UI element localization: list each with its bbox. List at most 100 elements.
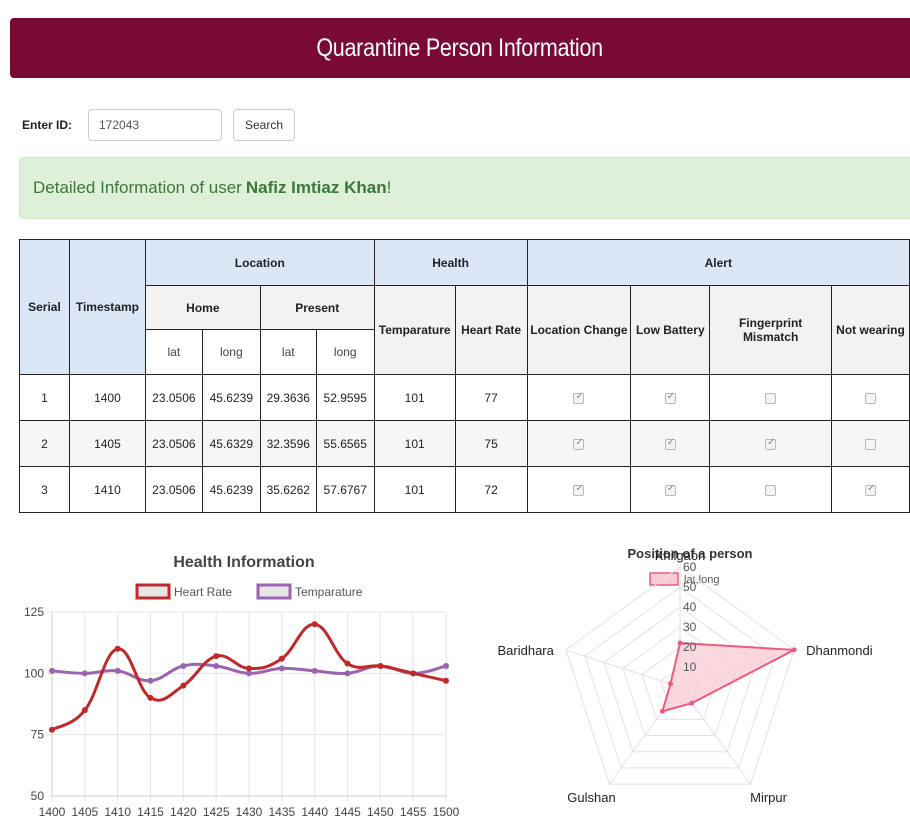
temparature-point (213, 662, 220, 669)
table-row: 1 1400 23.0506 45.6239 29.3636 52.9595 1… (19, 374, 910, 421)
radar-chart-series (659, 640, 798, 714)
alert-user-name: Nafiz Imtiaz Khan (245, 178, 387, 197)
not-wearing-checkbox[interactable] (865, 483, 876, 496)
col-serial: Serial (19, 239, 70, 375)
x-tick-label: 1450 (367, 805, 394, 819)
radar-axis-label-baridhara: Baridhara (497, 643, 554, 658)
fingerprint-mismatch-checkbox[interactable] (765, 437, 777, 450)
heart-rate-point (344, 660, 351, 667)
not-wearing-checkbox[interactable] (865, 438, 876, 450)
page-title: Quarantine Person Information (316, 33, 604, 62)
x-tick-label: 1400 (39, 805, 66, 819)
id-label: Enter ID: (22, 118, 73, 132)
radar-tick-label: 10 (683, 660, 697, 674)
temparature-point (180, 662, 187, 669)
fingerprint-mismatch-checkbox[interactable] (765, 484, 777, 496)
heart-rate-point (180, 682, 187, 689)
temparature-legend-swatch (256, 583, 292, 600)
heart-rate-legend-swatch (135, 583, 171, 600)
heart-rate-point (49, 726, 55, 733)
location-change-checkbox[interactable] (573, 437, 585, 450)
x-tick-label: 1440 (301, 805, 328, 819)
cell-temperature: 101 (373, 374, 456, 421)
col-home: Home (144, 285, 261, 330)
col-low-battery: Low Battery (630, 285, 711, 375)
cell-home-long: 45.6329 (201, 420, 261, 467)
heart-rate-point (443, 677, 449, 684)
cell-home-long: 45.6239 (201, 466, 261, 513)
temparature-point (443, 662, 449, 669)
x-tick-label: 1420 (170, 805, 197, 819)
lat-long-point (677, 640, 683, 646)
col-present-long: long (315, 329, 375, 375)
temparature-point (81, 670, 88, 677)
cell-serial: 3 (19, 466, 70, 513)
heart-rate-point (81, 707, 88, 714)
low-battery-checkbox[interactable] (664, 391, 676, 404)
heart-rate-point (213, 653, 220, 660)
alert-suffix: ! (386, 178, 392, 197)
not-wearing-checkbox[interactable] (865, 392, 876, 404)
user-info-alert: Detailed Information of user Nafiz Imtia… (19, 157, 910, 219)
radar-axis-label-mirpur: Mirpur (750, 790, 788, 805)
col-alert: Alert (526, 239, 910, 286)
person-table: Serial Timestamp Location Health Alert H… (19, 239, 910, 513)
location-change-checkbox[interactable] (573, 483, 585, 496)
cell-heart-rate: 75 (454, 420, 528, 467)
heart-rate-point (246, 665, 252, 672)
line-chart-grid (47, 611, 447, 801)
temparature-point (278, 665, 285, 672)
cell-temperature: 101 (373, 466, 456, 513)
search-bar: Enter ID: Search (22, 109, 296, 141)
line-chart-ticks: 1400 1405 1410 1415 1420 1425 1430 1435 1440 1445… (24, 605, 460, 819)
health-line-chart: Health Information Heart Rate Temparature… (24, 554, 460, 819)
col-home-lat: lat (144, 329, 203, 375)
low-battery-checkbox[interactable] (664, 437, 676, 450)
col-home-long: long (201, 329, 261, 375)
cell-heart-rate: 77 (454, 374, 528, 421)
cell-serial: 2 (19, 420, 70, 467)
radar-axis-label-gulshan: Gulshan (567, 790, 615, 805)
temparature-point (344, 670, 351, 677)
cell-present-long: 55.6565 (315, 420, 375, 467)
temparature-point (49, 667, 55, 674)
heart-rate-point (311, 621, 318, 628)
y-tick-label: 50 (31, 789, 45, 803)
col-location: Location (144, 239, 375, 286)
x-tick-label: 1405 (71, 805, 98, 819)
alert-prefix: Detailed Information of user (33, 178, 242, 197)
temparature-point (147, 677, 154, 684)
cell-timestamp: 1405 (68, 420, 146, 467)
heart-rate-point (410, 670, 417, 677)
line-chart-legend: Heart Rate Temparature (135, 583, 363, 600)
lat-long-point (689, 700, 695, 706)
radar-axis-label-dhanmondi: Dhanmondi (806, 643, 873, 658)
cell-present-lat: 32.3596 (259, 420, 317, 467)
low-battery-checkbox[interactable] (664, 483, 676, 496)
cell-present-long: 52.9595 (315, 374, 375, 421)
location-change-checkbox[interactable] (573, 391, 585, 404)
heart-rate-legend-label: Heart Rate (174, 585, 232, 599)
id-input[interactable] (88, 109, 222, 141)
col-not-wearing: Not wearing (831, 285, 910, 375)
col-timestamp: Timestamp (68, 239, 146, 375)
lat-long-point (659, 708, 665, 714)
x-tick-label: 1435 (268, 805, 295, 819)
temparature-legend-label: Temparature (295, 585, 363, 599)
col-health: Health (373, 239, 528, 286)
search-button[interactable]: Search (233, 109, 296, 141)
col-heart-rate: Heart Rate (454, 285, 528, 375)
cell-present-lat: 29.3636 (259, 374, 317, 421)
cell-present-long: 57.6767 (315, 466, 375, 513)
table-row: 3 1410 23.0506 45.6239 35.6262 57.6767 1… (19, 466, 910, 513)
radar-tick-label: 30 (683, 620, 697, 634)
x-tick-label: 1410 (104, 805, 131, 819)
cell-present-lat: 35.6262 (259, 466, 317, 513)
x-tick-label: 1415 (137, 805, 164, 819)
cell-heart-rate: 72 (454, 466, 528, 513)
y-tick-label: 125 (24, 605, 44, 619)
heart-rate-point (114, 645, 121, 652)
col-present-lat: lat (259, 329, 317, 375)
col-location-change: Location Change (526, 285, 632, 375)
fingerprint-mismatch-checkbox[interactable] (765, 392, 777, 404)
